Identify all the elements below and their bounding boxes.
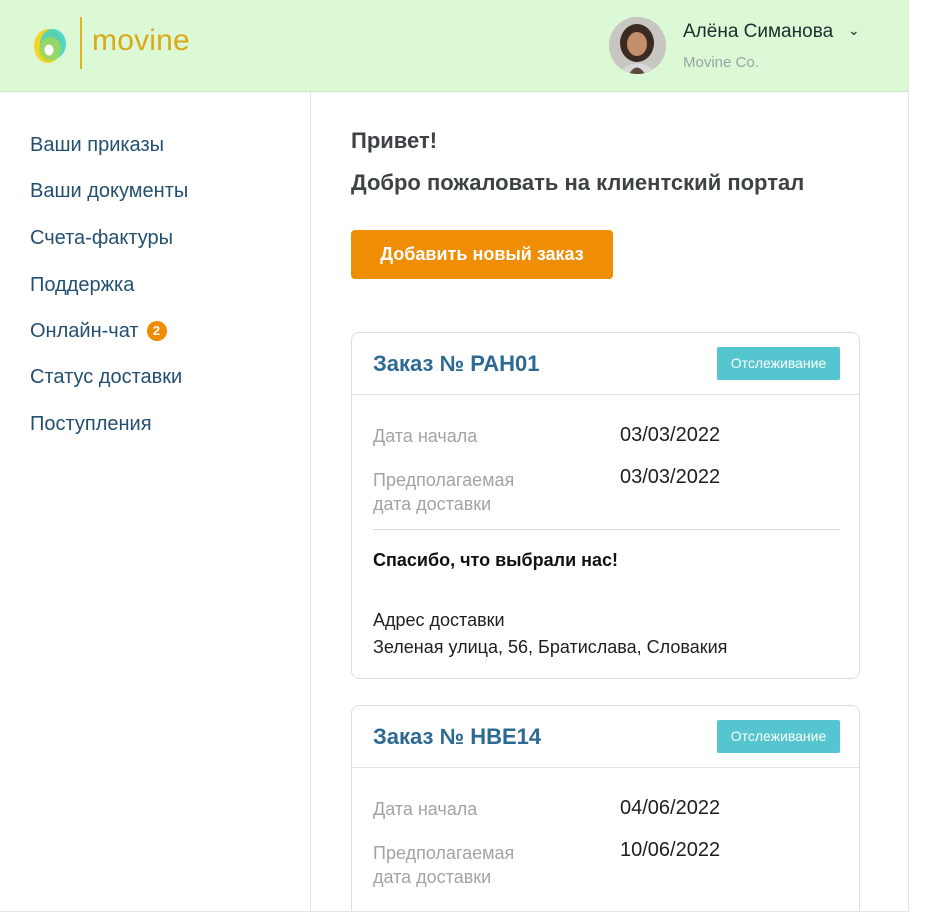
sidebar-item-documents[interactable]: Ваши документы — [30, 180, 188, 203]
order-card: Заказ № PAH01 Отслеживание Дата начала 0… — [351, 332, 860, 679]
sidebar-item-support[interactable]: Поддержка — [30, 274, 134, 297]
sidebar — [0, 92, 311, 911]
sidebar-item-invoices[interactable]: Счета-фактуры — [30, 227, 173, 250]
start-date-label: Дата начала — [373, 799, 478, 819]
user-name[interactable]: Алёна Симанова — [683, 21, 833, 43]
order-card-header: Заказ № PAH01 Отслеживание — [352, 333, 859, 395]
page-title: Добро пожаловать на клиентский портал — [351, 170, 805, 195]
eta-label: Предполагаемая дата доставки — [373, 843, 515, 887]
order-title[interactable]: Заказ № PAH01 — [373, 351, 540, 377]
avatar[interactable] — [609, 17, 666, 74]
unread-badge: 2 — [146, 321, 167, 341]
start-date-value: 04/06/2022 — [620, 797, 721, 819]
greeting: Привет! — [351, 128, 438, 153]
eta-date-value: 10/06/2022 — [620, 839, 721, 861]
sidebar-item-online-chat[interactable]: Онлайн-чат 2 — [30, 320, 167, 343]
add-order-button[interactable]: Добавить новый заказ — [351, 230, 613, 279]
order-title[interactable]: Заказ № HBE14 — [373, 724, 541, 750]
sidebar-item-receipts[interactable]: Поступления — [30, 413, 152, 436]
top-bar: movine Алёна Симанова ⌄ Movine Co. — [0, 0, 908, 92]
start-date-label: Дата начала — [373, 426, 478, 446]
movine-drop-logo[interactable] — [28, 22, 72, 66]
sidebar-item-delivery-status[interactable]: Статус доставки — [30, 366, 182, 389]
start-date-value: 03/03/2022 — [620, 424, 721, 446]
thanks-message: Спасибо, что выбрали нас! — [373, 550, 619, 570]
sidebar-item-label: Онлайн-чат — [30, 320, 139, 342]
order-card: Заказ № HBE14 Отслеживание Дата начала 0… — [351, 705, 860, 911]
eta-label: Предполагаемая дата доставки — [373, 470, 515, 514]
eta-date-value: 03/03/2022 — [620, 466, 721, 488]
user-company: Movine Co. — [683, 54, 759, 71]
logo-divider — [80, 17, 82, 69]
chevron-down-icon[interactable]: ⌄ — [848, 22, 860, 39]
brand-name[interactable]: movine — [92, 24, 190, 58]
delivery-address-label: Адрес доставки — [373, 610, 505, 630]
track-button[interactable]: Отслеживание — [717, 720, 840, 753]
sidebar-item-orders[interactable]: Ваши приказы — [30, 134, 164, 157]
app-frame: movine Алёна Симанова ⌄ Movine Co. Ваши … — [0, 0, 909, 912]
delivery-address-value: Зеленая улица, 56, Братислава, Словакия — [373, 637, 728, 657]
card-divider — [373, 529, 840, 530]
order-card-header: Заказ № HBE14 Отслеживание — [352, 706, 859, 768]
track-button[interactable]: Отслеживание — [717, 347, 840, 380]
